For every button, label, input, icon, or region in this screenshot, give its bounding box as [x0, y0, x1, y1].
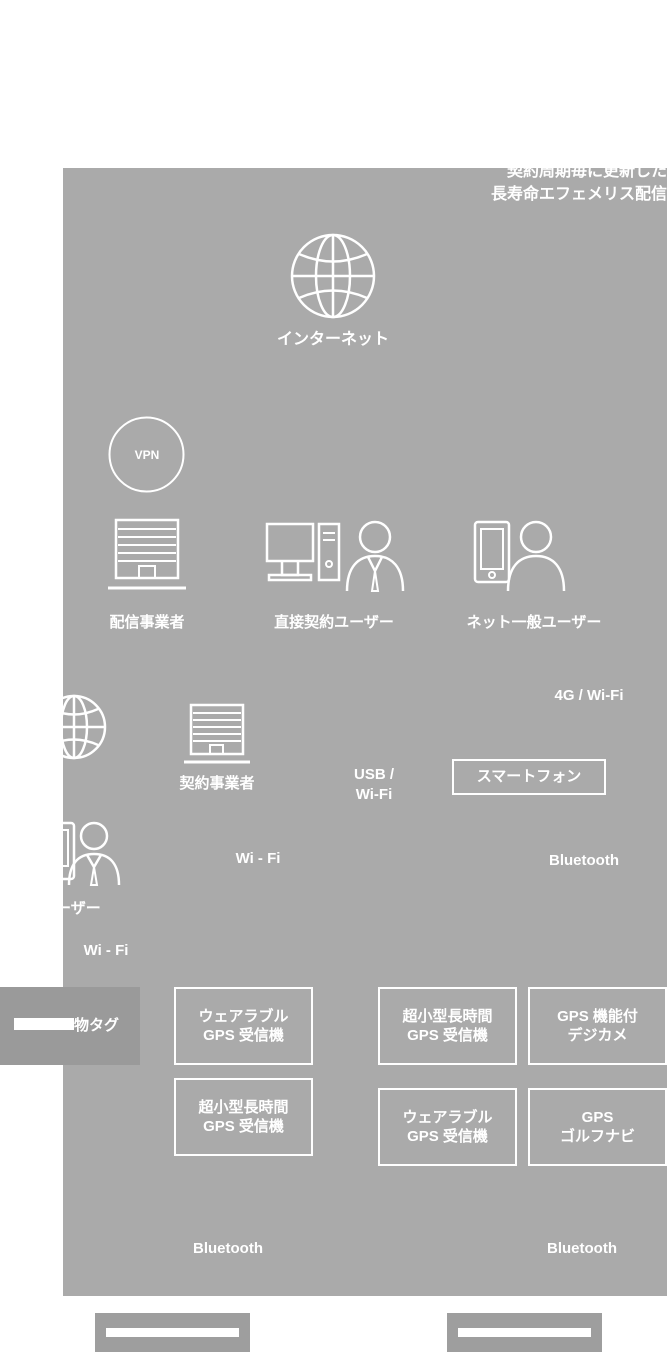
device-label-wearable-gps-1-line1: ウェアラブル [198, 1007, 289, 1025]
tag-mask-bar [14, 1018, 74, 1030]
label-direct-user: 直接契約ユーザー [274, 614, 394, 631]
device-label-wearable-gps-2-line1: ウェアラブル [402, 1108, 493, 1126]
label-internet: インターネット [276, 331, 390, 348]
device-label-gps-digital-camera-line1: GPS 機能付 [557, 1007, 638, 1025]
person-icon-clipped [66, 820, 122, 886]
label-usb-wifi-line2: Wi-Fi [355, 786, 393, 804]
building-icon-contract-operator [184, 702, 250, 766]
label-vpn: VPN [134, 448, 160, 462]
globe-icon-clipped [52, 694, 112, 760]
person-icon-net-user [505, 519, 567, 592]
device-box-gps-digital-camera[interactable]: GPS 機能付 デジカメ [528, 987, 667, 1065]
device-label-gps-golf-navi-line1: GPS [581, 1108, 614, 1126]
label-contract-operator: 契約事業者 [179, 775, 255, 792]
building-icon [108, 516, 186, 592]
footer-button-left[interactable] [95, 1313, 250, 1352]
label-bluetooth-bottom-right: Bluetooth [547, 1240, 617, 1257]
label-net-user: ネット一般ユーザー [466, 614, 602, 631]
device-box-wearable-gps-2[interactable]: ウェアラブル GPS 受信機 [378, 1088, 517, 1166]
label-usb-wifi: USB / Wi-Fi [354, 765, 394, 806]
device-box-ultracompact-gps-1[interactable]: 超小型長時間 GPS 受信機 [378, 987, 517, 1065]
diagram-canvas: 契約周期毎に更新した 長寿命エフェメリス配信 インターネット VPN 配信事業者… [0, 0, 667, 1352]
device-label-ultracompact-gps-1-line2: GPS 受信機 [407, 1027, 488, 1044]
label-usb-wifi-line1: USB / [353, 766, 395, 783]
device-box-smartphone[interactable]: スマートフォン [452, 759, 606, 795]
label-bluetooth-bottom-left: Bluetooth [193, 1240, 263, 1257]
person-icon-direct-user [344, 519, 406, 592]
label-tag-clipped: 物タグ [74, 1017, 120, 1034]
label-clipped-user: ーザー [56, 900, 101, 917]
desktop-computer-icon [265, 519, 341, 592]
globe-icon [290, 233, 376, 319]
header-line-1: 契約周期毎に更新した [506, 163, 667, 180]
label-wifi-mid: Wi - Fi [235, 850, 281, 867]
device-label-gps-digital-camera-line2: デジカメ [567, 1027, 628, 1044]
footer-button-right[interactable] [447, 1313, 602, 1352]
footer-button-left-label [105, 1328, 240, 1337]
device-label-gps-golf-navi-line2: ゴルフナビ [559, 1128, 635, 1145]
label-wifi-left: Wi - Fi [83, 942, 129, 959]
device-label-wearable-gps-1-line2: GPS 受信機 [203, 1027, 284, 1044]
device-box-gps-golf-navi[interactable]: GPS ゴルフナビ [528, 1088, 667, 1166]
device-label-ultracompact-gps-1-line1: 超小型長時間 [402, 1007, 493, 1025]
header-line-2: 長寿命エフェメリス配信 [490, 186, 667, 204]
label-4g-wifi: 4G / Wi-Fi [554, 687, 624, 704]
device-label-ultracompact-gps-2-line2: GPS 受信機 [203, 1118, 284, 1135]
device-label-ultracompact-gps-2-line1: 超小型長時間 [198, 1098, 289, 1116]
device-label-wearable-gps-2-line2: GPS 受信機 [407, 1128, 488, 1145]
device-box-wearable-gps-1[interactable]: ウェアラブル GPS 受信機 [174, 987, 313, 1065]
device-box-ultracompact-gps-2[interactable]: 超小型長時間 GPS 受信機 [174, 1078, 313, 1156]
label-distributor: 配信事業者 [109, 614, 185, 631]
label-bluetooth-right: Bluetooth [549, 852, 619, 869]
device-label-smartphone: スマートフォン [476, 768, 582, 786]
footer-button-right-label [457, 1328, 592, 1337]
header-text: 契約周期毎に更新した 長寿命エフェメリス配信 [491, 160, 667, 206]
